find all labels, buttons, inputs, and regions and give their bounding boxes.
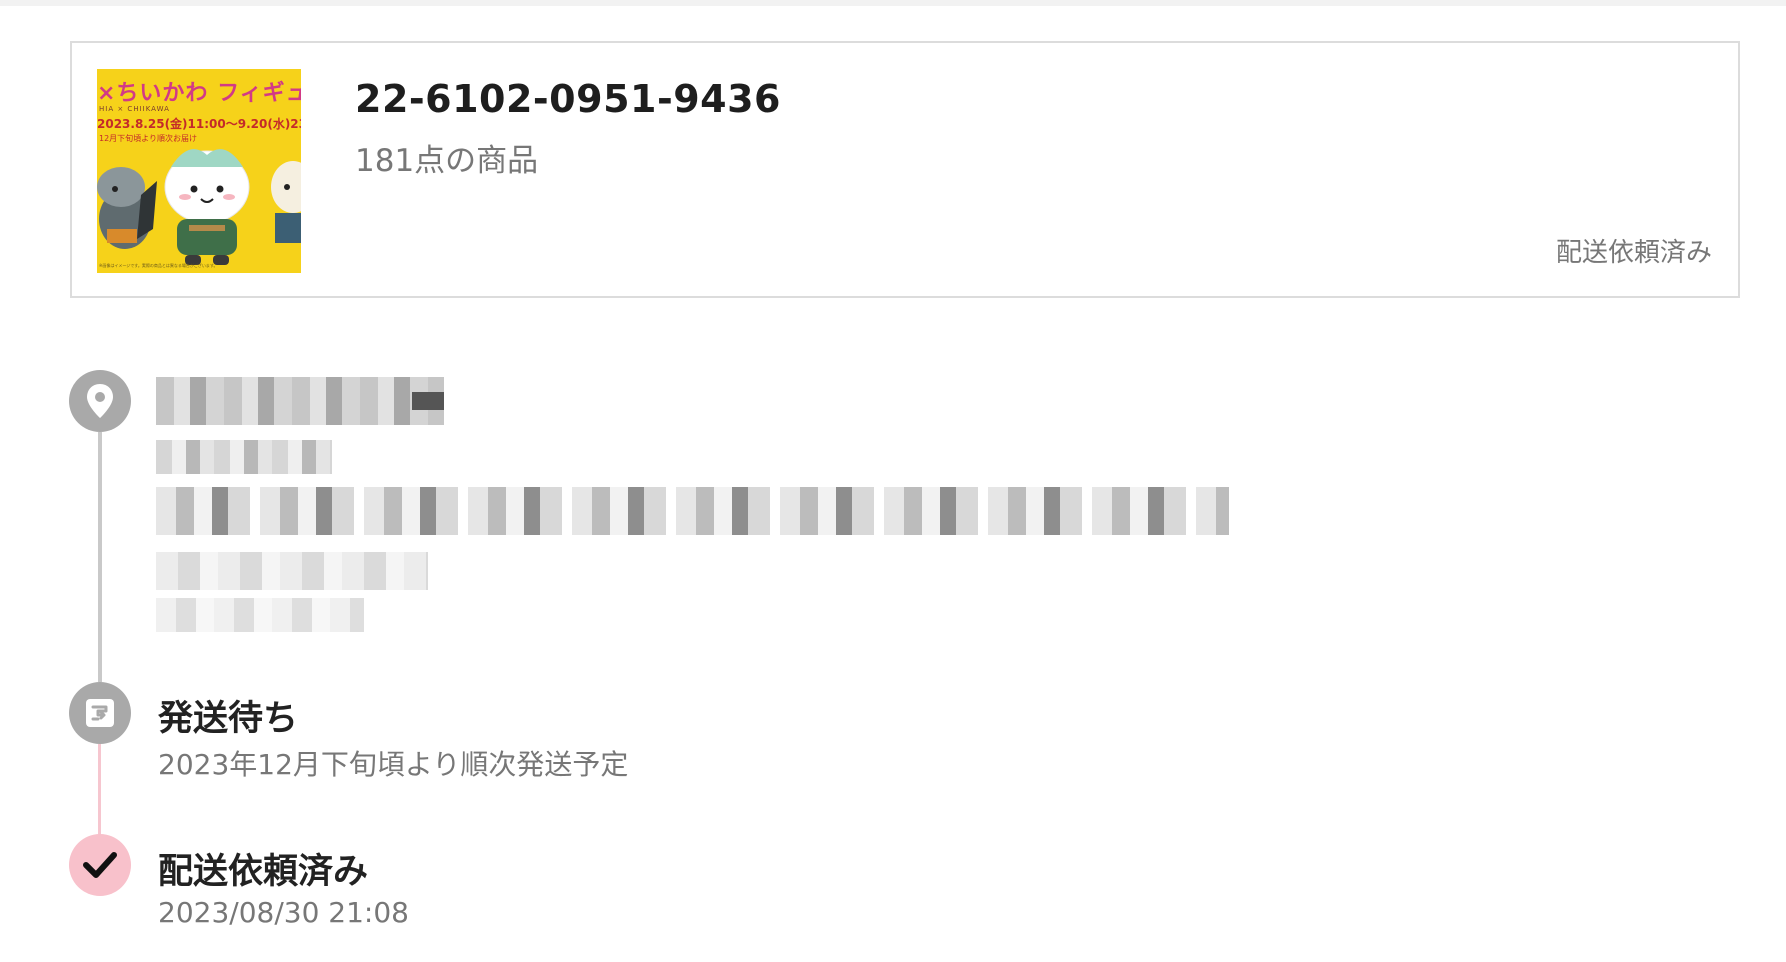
redacted-address	[156, 487, 1229, 535]
top-divider	[0, 0, 1786, 6]
step-done-subtitle: 2023/08/30 21:08	[158, 896, 409, 929]
step-waiting-subtitle: 2023年12月下旬頃より順次発送予定	[158, 748, 629, 781]
redacted-phone	[156, 552, 428, 590]
thumbnail-fineprint: ※画像はイメージです。実際の商品とは異なる場合がございます。	[99, 263, 218, 268]
timeline-line-gray	[98, 432, 102, 682]
order-number: 22-6102-0951-9436	[355, 77, 781, 121]
timeline-line-pink	[98, 744, 101, 844]
location-pin-icon	[69, 370, 131, 432]
step-done-title: 配送依頼済み	[158, 852, 369, 892]
order-card[interactable]: ×ちいかわ フィギュアマス HIA × CHIIKAWA 2023.8.25(金…	[70, 41, 1740, 298]
item-count: 181点の商品	[355, 143, 539, 179]
redacted-block	[412, 392, 444, 410]
redacted-postal-code	[156, 440, 332, 474]
box-arrow-icon	[69, 682, 131, 744]
figure-illustration	[97, 149, 301, 265]
redacted-recipient-name	[156, 377, 444, 425]
product-thumbnail[interactable]: ×ちいかわ フィギュアマス HIA × CHIIKAWA 2023.8.25(金…	[97, 69, 301, 273]
step-waiting-title: 発送待ち	[158, 699, 299, 739]
checkmark-icon	[69, 834, 131, 896]
redacted-extra	[156, 598, 364, 632]
order-status-label: 配送依頼済み	[1555, 238, 1712, 268]
